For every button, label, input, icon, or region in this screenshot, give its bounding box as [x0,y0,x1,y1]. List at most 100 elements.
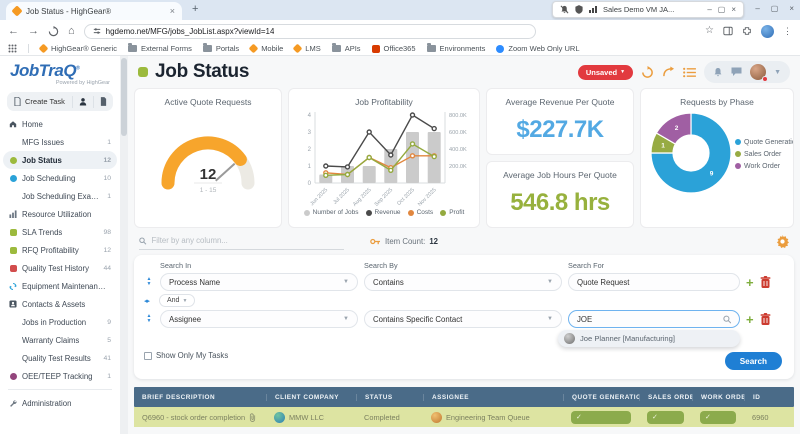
user-avatar[interactable] [750,64,766,80]
sidebar-item-rfq-profitability[interactable]: RFQ Profitability12 [0,241,120,259]
refresh-icon[interactable] [641,66,654,79]
restore-icon[interactable]: ▢ [771,4,779,13]
overlay-restore-icon[interactable]: ▢ [718,5,726,14]
sidebar-item-equipment-maintenance-t[interactable]: Equipment Maintenance T... [0,277,120,295]
bookmark-label: External Forms [141,44,192,53]
address-bar[interactable]: hgdemo.net/MFG/jobs_JobList.aspx?viewId=… [84,24,536,39]
sidebar-item-job-status[interactable]: Job Status12 [3,151,117,169]
bookmark-highgear-generic[interactable]: HighGear® Generic [40,44,117,53]
sidebar-item-home[interactable]: Home [0,115,120,133]
table-row[interactable]: Q6960 - stock order completion MMW LLC C… [134,407,794,427]
column-header-assignee[interactable]: ASSIGNEE [423,394,563,401]
sidebar-item-warranty-claims[interactable]: Warranty Claims5 [0,331,120,349]
combo-chart: 01234200.0K400.0K600.0K800.0KJun 2025Jul… [289,107,479,207]
new-tab-button[interactable]: + [192,3,198,15]
contact-suggestion-item[interactable]: Joe Planner [Manufacturing] [558,330,740,347]
side-panel-icon[interactable] [723,26,733,36]
delete-criteria-icon[interactable] [760,313,771,325]
add-criteria-icon[interactable]: + [746,276,754,289]
chat-icon[interactable] [731,67,742,77]
extensions-icon[interactable] [742,26,752,36]
minimize-icon[interactable]: – [755,4,759,13]
tab-close-icon[interactable]: × [170,6,175,16]
create-task-button[interactable]: Create Task [7,97,72,106]
bookmark-mobile[interactable]: Mobile [250,44,283,53]
sidebar-item-resource-utilization[interactable]: Resource Utilization [0,205,120,223]
sidebar-item-mfg-issues[interactable]: MFG Issues1 [0,133,120,151]
column-header-id[interactable]: ID [744,394,794,401]
forward-icon[interactable]: → [28,26,39,37]
operator-select[interactable]: And▼ [159,294,195,307]
search-icon [139,237,147,245]
sidebar-item-job-scheduling-example[interactable]: Job Scheduling Example1 [0,187,120,205]
bookmark-portals[interactable]: Portals [203,44,239,53]
undo-icon[interactable] [662,66,675,78]
sidebar-item-sla-trends[interactable]: SLA Trends98 [0,223,120,241]
column-header-work-order[interactable]: WORK ORDER [692,394,744,401]
app-logo[interactable]: JobTraQ® Powered by HighGear [0,56,120,86]
chevron-down-icon: ▼ [182,298,187,304]
add-criteria-icon[interactable]: + [746,313,754,326]
browser-tab[interactable]: Job Status - HighGear® × [6,2,182,20]
notifications-icon[interactable] [713,67,723,78]
chevron-down-icon[interactable]: ▼ [774,69,781,76]
sidebar-item-quality-test-results[interactable]: Quality Test Results41 [0,349,120,367]
checkbox-icon[interactable] [144,352,152,360]
gear-icon[interactable] [776,235,789,248]
sidebar-item-oee-teep-tracking[interactable]: OEE/TEEP Tracking1 [0,367,120,385]
sidebar-item-contacts-assets[interactable]: Contacts & Assets [0,295,120,313]
column-header-quote-generation[interactable]: QUOTE GENERATION [563,394,639,401]
overlay-close-icon[interactable]: × [731,5,736,14]
search-in-select-1[interactable]: Process Name▼ [160,273,358,291]
search-by-select-1[interactable]: Contains▼ [364,273,562,291]
bookmark-environments[interactable]: Environments [427,44,486,53]
bookmark-apis[interactable]: APIs [332,44,361,53]
view-options-icon[interactable] [683,67,696,78]
bookmark-office365[interactable]: Office365 [372,44,416,53]
sidebar-item-job-scheduling[interactable]: Job Scheduling10 [0,169,120,187]
sidebar-item-jobs-in-production[interactable]: Jobs in Production9 [0,313,120,331]
column-header-sales-order[interactable]: SALES ORDER [639,394,692,401]
filter-input[interactable] [152,236,344,245]
svg-text:1 - 15: 1 - 15 [200,187,217,194]
reorder-arrows-icon[interactable]: ▲▼ [144,277,154,287]
column-header-status[interactable]: STATUS [356,394,423,401]
apps-grid-icon[interactable] [8,44,17,53]
reload-icon[interactable] [48,26,59,37]
vm-overlay-window[interactable]: Sales Demo VM JA... – ▢ × [552,1,744,18]
browser-menu-icon[interactable]: ⋮ [783,27,792,36]
search-in-header: Search In [160,261,364,270]
delete-criteria-icon[interactable] [760,276,771,288]
tune-icon[interactable] [93,27,101,35]
unsaved-badge[interactable]: Unsaved▼ [578,65,633,80]
bookmark-lms[interactable]: LMS [294,44,320,53]
search-by-select-2[interactable]: Contains Specific Contact▼ [364,310,562,328]
search-button[interactable]: Search [725,352,782,370]
active-quote-requests-card: Active Quote Requests 12 1 - 15 [134,88,282,228]
bookmark-external-forms[interactable]: External Forms [128,44,192,53]
column-header-brief-description[interactable]: BRIEF DESCRIPTION [134,394,266,401]
create-contact-button[interactable] [72,96,93,108]
back-icon[interactable]: ← [8,26,19,37]
browser-profile-avatar[interactable] [761,25,774,38]
sidebar-scrollbar[interactable] [120,56,128,434]
home-icon[interactable]: ⌂ [68,26,75,37]
show-only-my-tasks[interactable]: Show Only My Tasks [144,351,228,360]
overlay-minimize-icon[interactable]: – [707,5,711,14]
search-for-input-1[interactable]: Quote Request [568,273,740,291]
search-in-select-2[interactable]: Assignee▼ [160,310,358,328]
bookmark-zoom-web-only-url[interactable]: Zoom Web Only URL [496,44,579,53]
legend-item-quote-generation: Quote Generation [735,139,794,146]
bookmark-star-icon[interactable]: ☆ [705,26,714,36]
close-icon[interactable]: × [789,4,794,13]
scrollbar-thumb[interactable] [121,58,127,136]
sidebar-item-administration[interactable]: Administration [0,394,120,412]
sidebar-item-quality-test-history[interactable]: Quality Test History44 [0,259,120,277]
swap-horizontal-icon[interactable]: ◂▸ [144,297,154,305]
notification-badge [762,76,768,82]
legend-item-number-of-jobs: Number of Jobs [304,209,359,216]
contact-search-input[interactable] [577,315,723,324]
reorder-arrows-icon[interactable]: ▲▼ [144,314,154,324]
column-header-client-company[interactable]: CLIENT COMPANY [266,394,356,401]
create-document-button[interactable] [93,96,113,108]
